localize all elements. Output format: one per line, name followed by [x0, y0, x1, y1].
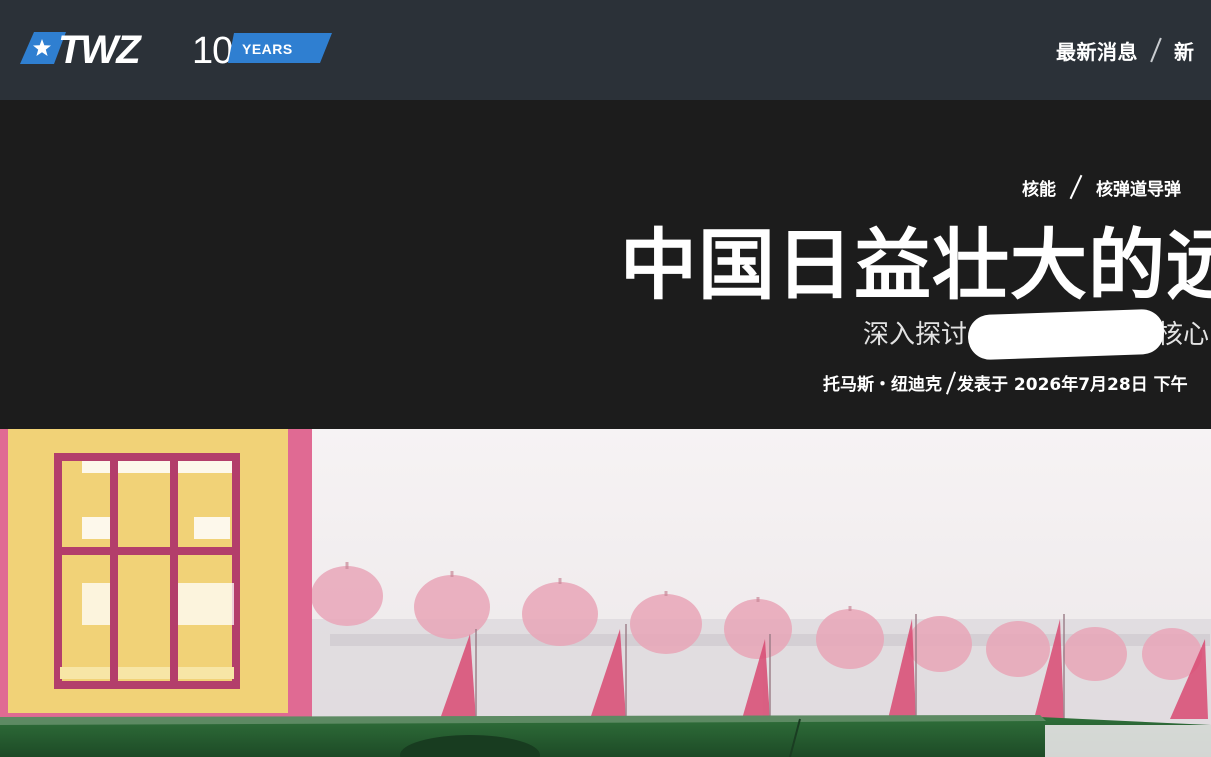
top-nav: 最新消息 新 — [1056, 35, 1195, 65]
redaction-mark — [967, 308, 1165, 361]
feature-image — [0, 429, 1211, 757]
article-byline: 托马斯・纽迪克 发表于 2026年7月28日 下午 — [823, 370, 1188, 395]
nav-divider — [1150, 37, 1162, 63]
photo-icon — [0, 429, 1211, 757]
nav-item-next[interactable]: 新 — [1174, 36, 1195, 65]
page: TWZ 10 YEARS 最新消息 新 核能 核弹道导弹 中国日益壮大的远 深入… — [0, 0, 1211, 757]
breadcrumb-divider — [1069, 174, 1083, 200]
subtitle-end: 核心 — [1157, 320, 1210, 350]
breadcrumb: 核能 核弹道导弹 — [1022, 174, 1181, 200]
byline-divider — [945, 370, 957, 395]
logo-wordmark: TWZ — [58, 30, 142, 66]
twz-10-years-logo: TWZ 10 YEARS — [20, 30, 332, 66]
article-hero: 核能 核弹道导弹 中国日益壮大的远 深入探讨 核心 托马斯・纽迪克 发表于 202… — [0, 100, 1211, 429]
site-logo-link[interactable]: TWZ 10 YEARS — [20, 30, 332, 66]
article-title: 中国日益壮大的远 — [620, 222, 1211, 311]
logo-anniversary-number: 10 — [192, 30, 232, 66]
breadcrumb-item-nuclear[interactable]: 核能 — [1022, 175, 1056, 200]
author-link[interactable]: 托马斯・纽迪克 — [823, 370, 942, 395]
site-header: TWZ 10 YEARS 最新消息 新 — [0, 0, 1211, 100]
publish-date: 发表于 2026年7月28日 下午 — [957, 375, 1188, 395]
subtitle-start: 深入探讨 — [863, 320, 968, 350]
logo-years-label: YEARS — [242, 41, 293, 57]
breadcrumb-item-nuclear-ballistic-missiles[interactable]: 核弹道导弹 — [1096, 175, 1181, 200]
nav-item-latest-news[interactable]: 最新消息 — [1056, 36, 1138, 65]
